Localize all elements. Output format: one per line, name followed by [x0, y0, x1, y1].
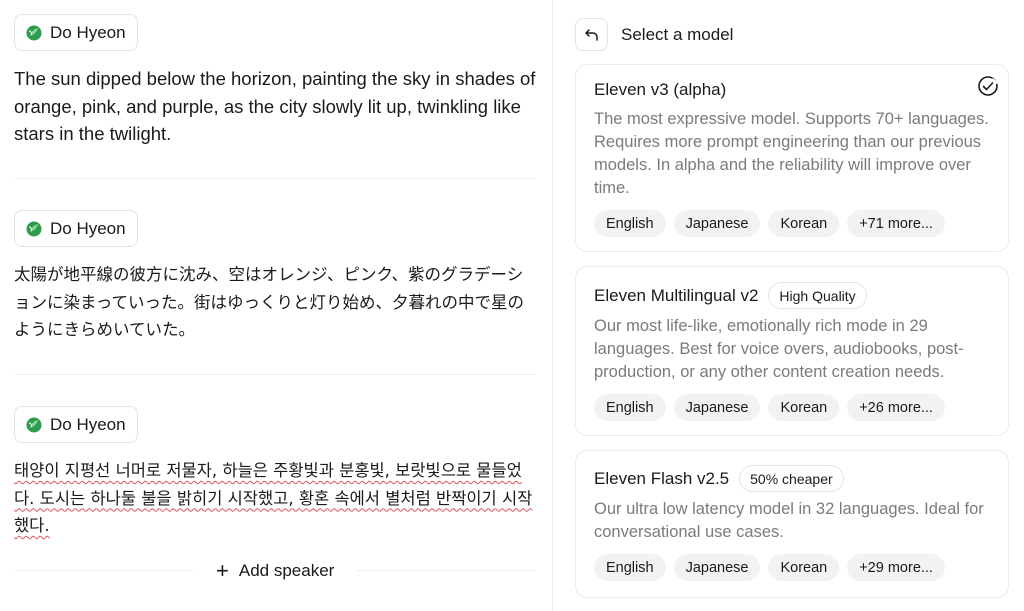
language-list: English Japanese Korean +71 more... [594, 210, 990, 237]
add-speaker-row: + Add speaker [14, 556, 536, 586]
language-pill: English [594, 554, 666, 581]
language-pill: Japanese [673, 554, 761, 581]
language-pill: Japanese [673, 210, 761, 237]
model-description: Our most life-like, emotionally rich mod… [594, 317, 964, 381]
speaker-name: Do Hyeon [50, 414, 126, 434]
language-list: English Japanese Korean +26 more... [594, 394, 990, 421]
speaker-avatar-icon [26, 221, 42, 236]
model-description: Our ultra low latency model in 32 langua… [594, 500, 984, 541]
undo-arrow-icon [584, 28, 598, 41]
plus-icon: + [216, 558, 229, 583]
selected-check-icon [978, 76, 998, 96]
model-title-row: Eleven Multilingual v2 High Quality [594, 282, 990, 309]
language-pill: Japanese [673, 394, 761, 421]
speaker-selector[interactable]: Do Hyeon [14, 406, 138, 443]
speaker-block: Do Hyeon 태양이 지평선 너머로 저물자, 하늘은 주황빛과 분홍빛, … [14, 406, 536, 540]
model-title-row: Eleven Flash v2.5 50% cheaper [594, 465, 990, 492]
language-pill: Korean [768, 554, 840, 581]
divider-left [14, 570, 194, 571]
back-button[interactable] [575, 18, 608, 51]
add-speaker-button[interactable]: + Add speaker [208, 556, 343, 586]
panel-title: Select a model [621, 24, 734, 44]
more-languages-pill[interactable]: +29 more... [847, 554, 945, 581]
language-list: English Japanese Korean +29 more... [594, 554, 990, 581]
speaker-name: Do Hyeon [50, 218, 126, 238]
model-description: The most expressive model. Supports 70+ … [594, 110, 989, 197]
speaker-avatar-icon [26, 417, 42, 432]
model-name: Eleven v3 (alpha) [594, 80, 727, 99]
model-name: Eleven Multilingual v2 [594, 285, 759, 305]
add-speaker-label: Add speaker [238, 561, 335, 580]
script-text[interactable]: 태양이 지평선 너머로 저물자, 하늘은 주황빛과 분홍빛, 보랏빛으로 물들었… [14, 457, 536, 540]
language-pill: English [594, 210, 666, 237]
model-badge: 50% cheaper [739, 465, 844, 492]
script-text[interactable]: The sun dipped below the horizon, painti… [14, 65, 536, 148]
divider-right [356, 570, 536, 571]
more-languages-pill[interactable]: +71 more... [847, 210, 945, 237]
block-divider [14, 178, 536, 179]
language-pill: English [594, 394, 666, 421]
language-pill: Korean [768, 394, 840, 421]
panel-header: Select a model [575, 18, 733, 51]
script-text[interactable]: 太陽が地平線の彼方に沈み、空はオレンジ、ピンク、紫のグラデーションに染まっていっ… [14, 261, 536, 344]
model-card-multilingual-v2[interactable]: Eleven Multilingual v2 High Quality Our … [575, 266, 1009, 436]
speaker-name: Do Hyeon [50, 22, 126, 42]
model-card-eleven-v3[interactable]: Eleven v3 (alpha) The most expressive mo… [575, 64, 1009, 252]
language-pill: Korean [768, 210, 840, 237]
script-editor: Do Hyeon The sun dipped below the horizo… [0, 0, 552, 611]
speaker-block: Do Hyeon The sun dipped below the horizo… [14, 14, 536, 148]
block-divider [14, 374, 536, 375]
more-languages-pill[interactable]: +26 more... [847, 394, 945, 421]
model-badge: High Quality [768, 282, 867, 309]
model-card-flash-v2-5[interactable]: Eleven Flash v2.5 50% cheaper Our ultra … [575, 450, 1009, 598]
speaker-block: Do Hyeon 太陽が地平線の彼方に沈み、空はオレンジ、ピンク、紫のグラデーシ… [14, 210, 536, 344]
model-name: Eleven Flash v2.5 [594, 468, 730, 488]
speaker-selector[interactable]: Do Hyeon [14, 210, 138, 247]
model-title-row: Eleven v3 (alpha) [594, 80, 990, 100]
speaker-avatar-icon [26, 25, 42, 40]
model-select-panel: Select a model Eleven v3 (alpha) The mos… [553, 0, 1024, 611]
speaker-selector[interactable]: Do Hyeon [14, 14, 138, 51]
